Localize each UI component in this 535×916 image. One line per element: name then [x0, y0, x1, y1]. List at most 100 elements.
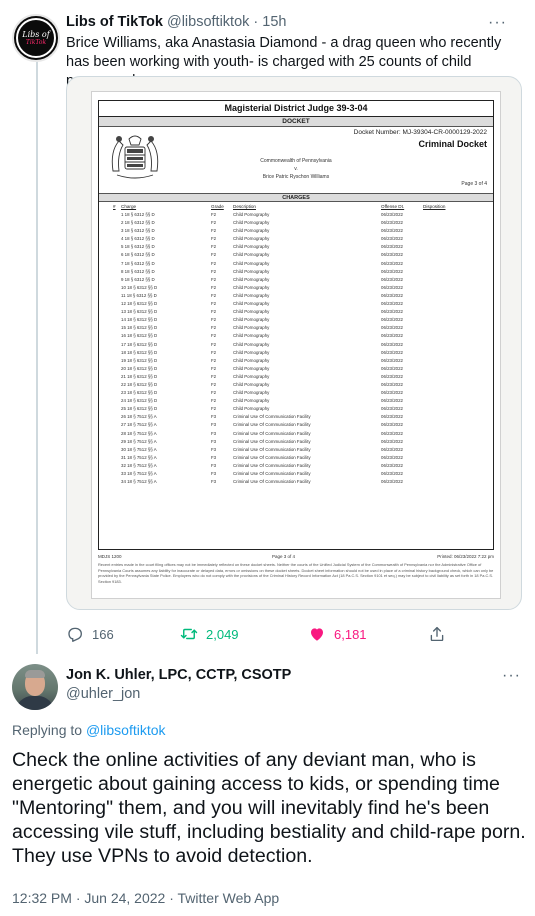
tweet-source[interactable]: Twitter Web App	[178, 890, 280, 906]
grade-cell: F2	[211, 268, 217, 274]
footer-page: Page 3 of 4	[272, 554, 296, 559]
replying-to: Replying to @libsoftiktok	[12, 722, 166, 738]
grade-cell: F2	[211, 309, 217, 315]
charge-cell: 27 18 § 7512 §§ A	[121, 422, 157, 428]
description-cell: Child Pornography	[233, 301, 270, 307]
table-row: 9 18 § 6312 §§ D F2 Child Pornography 06/23…	[99, 277, 493, 285]
grade-cell: F3	[211, 479, 217, 485]
offense-date-cell: 06/23/2022	[381, 252, 403, 258]
table-row: 15 18 § 6312 §§ D F2 Child Pornography 06/2…	[99, 325, 493, 333]
author-handle[interactable]: @uhler_jon	[66, 686, 140, 702]
court-title: Magisterial District Judge 39-3-04	[99, 101, 493, 117]
table-row: 34 18 § 7512 §§ A F3 Criminal Use Of Commu…	[99, 479, 493, 487]
charge-cell: 28 18 § 7512 §§ A	[121, 430, 157, 436]
description-cell: Child Pornography	[233, 309, 270, 315]
description-cell: Criminal Use Of Communication Facility	[233, 446, 311, 452]
tweet-header: Libs of TikTok @libsoftiktok · 15h ···	[66, 14, 521, 32]
grade-cell: F2	[211, 276, 217, 282]
offense-date-cell: 06/23/2022	[381, 365, 403, 371]
charge-cell: 31 18 § 7512 §§ A	[121, 454, 157, 460]
description-cell: Child Pornography	[233, 406, 270, 412]
author-name[interactable]: Jon K. Uhler, LPC, CCTP, CSOTP	[66, 667, 291, 683]
description-cell: Child Pornography	[233, 365, 270, 371]
col-description: Description	[233, 204, 256, 209]
offense-date-cell: 06/23/2022	[381, 462, 403, 468]
grade-cell: F2	[211, 349, 217, 355]
col-disposition: Disposition	[423, 204, 446, 209]
table-row: 1 18 § 6312 §§ D F2 Child Pornography 06/23…	[99, 212, 493, 220]
table-row: 33 18 § 7512 §§ A F3 Criminal Use Of Commu…	[99, 471, 493, 479]
description-cell: Child Pornography	[233, 325, 270, 331]
table-row: 23 18 § 6312 §§ D F2 Child Pornography 06/2…	[99, 390, 493, 398]
share-button[interactable]	[428, 624, 446, 644]
author-handle-time[interactable]: @libsoftiktok · 15h	[167, 14, 287, 30]
charge-cell: 20 18 § 6312 §§ D	[121, 365, 158, 371]
offense-date-cell: 06/23/2022	[381, 414, 403, 420]
table-row: 10 18 § 6312 §§ D F2 Child Pornography 06/2…	[99, 285, 493, 293]
more-icon[interactable]: ···	[502, 667, 521, 685]
more-icon[interactable]: ···	[488, 14, 507, 32]
table-row: 31 18 § 7512 §§ A F3 Criminal Use Of Commu…	[99, 455, 493, 463]
col-grade: Grade	[211, 204, 224, 209]
description-cell: Child Pornography	[233, 220, 270, 226]
description-cell: Criminal Use Of Communication Facility	[233, 462, 311, 468]
thread-connector-line	[36, 58, 38, 654]
offense-date-cell: 06/23/2022	[381, 333, 403, 339]
docket-document: Magisterial District Judge 39-3-04 DOCKE…	[91, 91, 501, 599]
author-name[interactable]: Libs of TikTok	[66, 14, 163, 30]
table-row: 11 18 § 6312 §§ D F2 Child Pornography 06/2…	[99, 293, 493, 301]
avatar[interactable]	[12, 664, 58, 710]
reply-button[interactable]: 166	[66, 624, 114, 644]
case-caption: Commonwealth of Pennsylvania v. Brice Pa…	[99, 157, 493, 181]
retweet-button[interactable]: 2,049	[180, 624, 239, 644]
timestamp-text[interactable]: 12:32 PM · Jun 24, 2022 ·	[12, 890, 178, 906]
col-offense-date: Offense Dt.	[381, 204, 405, 209]
table-row: 4 18 § 6312 §§ D F2 Child Pornography 06/23…	[99, 236, 493, 244]
charge-cell: 14 18 § 6312 §§ D	[121, 317, 158, 323]
col-num: #	[113, 204, 116, 209]
offense-date-cell: 06/23/2022	[381, 430, 403, 436]
grade-cell: F3	[211, 471, 217, 476]
offense-date-cell: 06/23/2022	[381, 438, 403, 444]
description-cell: Criminal Use Of Communication Facility	[233, 479, 311, 485]
charge-cell: 2 18 § 6312 §§ D	[121, 220, 155, 226]
grade-cell: F2	[211, 406, 217, 412]
description-cell: Child Pornography	[233, 357, 270, 363]
grade-cell: F2	[211, 301, 217, 307]
charge-cell: 30 18 § 7512 §§ A	[121, 446, 157, 452]
offense-date-cell: 06/23/2022	[381, 398, 403, 404]
charge-cell: 15 18 § 6312 §§ D	[121, 325, 158, 331]
charge-cell: 12 18 § 6312 §§ D	[121, 301, 158, 307]
charge-cell: 11 18 § 6312 §§ D	[121, 292, 157, 298]
description-cell: Child Pornography	[233, 317, 270, 323]
offense-date-cell: 06/23/2022	[381, 479, 403, 485]
description-cell: Child Pornography	[233, 398, 270, 404]
table-row: 32 18 § 7512 §§ A F3 Criminal Use Of Commu…	[99, 463, 493, 471]
charge-cell: 21 18 § 6312 §§ D	[121, 373, 158, 379]
caption-plaintiff: Commonwealth of Pennsylvania	[260, 158, 332, 164]
offense-date-cell: 06/23/2022	[381, 357, 403, 363]
offense-date-cell: 06/23/2022	[381, 390, 403, 396]
charge-cell: 17 18 § 6312 §§ D	[121, 341, 158, 347]
offense-date-cell: 06/23/2022	[381, 260, 403, 266]
replying-to-link[interactable]: @libsoftiktok	[86, 722, 166, 738]
docket-number: Docket Number: MJ-39304-CR-0000129-2022	[353, 129, 487, 136]
tweet-media-image[interactable]: Magisterial District Judge 39-3-04 DOCKE…	[66, 76, 522, 610]
grade-cell: F2	[211, 381, 217, 387]
offense-date-cell: 06/23/2022	[381, 309, 403, 315]
table-row: 5 18 § 6312 §§ D F2 Child Pornography 06/23…	[99, 244, 493, 252]
reply-count: 166	[92, 626, 114, 642]
avatar[interactable]: Libs of TikTok	[12, 14, 60, 62]
docket-frame: Magisterial District Judge 39-3-04 DOCKE…	[98, 100, 494, 550]
description-cell: Criminal Use Of Communication Facility	[233, 430, 311, 436]
grade-cell: F2	[211, 244, 217, 250]
offense-date-cell: 06/23/2022	[381, 454, 403, 460]
avatar-photo-hair	[25, 670, 45, 678]
docket-label: DOCKET	[99, 117, 493, 127]
table-row: 26 18 § 7512 §§ A F3 Criminal Use Of Commu…	[99, 414, 493, 422]
table-row: 18 18 § 6312 §§ D F2 Child Pornography 06/2…	[99, 350, 493, 358]
grade-cell: F2	[211, 390, 217, 396]
like-button[interactable]: 6,181	[308, 624, 367, 644]
table-row: 16 18 § 6312 §§ D F2 Child Pornography 06/2…	[99, 333, 493, 341]
grade-cell: F3	[211, 462, 217, 468]
